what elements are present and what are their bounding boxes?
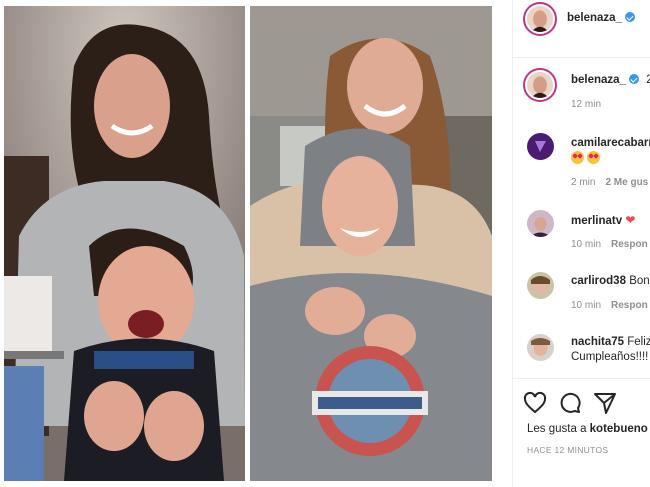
author-avatar[interactable]: [523, 2, 557, 36]
comment-time: 10 min: [571, 300, 602, 311]
comment-username[interactable]: carlirod38 Bon: [571, 275, 650, 287]
verified-badge-icon: [628, 74, 639, 84]
comment-likes-link[interactable]: 2 Me gus: [605, 177, 648, 188]
comment-avatar[interactable]: [527, 272, 554, 299]
comment-avatar[interactable]: [527, 334, 554, 361]
comment-meta: 10 min Respon: [571, 300, 648, 311]
reply-link[interactable]: Respon: [611, 300, 648, 311]
caption-username[interactable]: belenaza_ 28: [571, 74, 650, 86]
comment-avatar[interactable]: [527, 210, 554, 237]
comment-emoji-text: [571, 151, 603, 165]
comment-username[interactable]: nachita75 Feliz: [571, 336, 650, 348]
comment-text: Bon: [629, 275, 650, 287]
comment-avatar[interactable]: [527, 133, 554, 160]
comment-meta: 2 min 2 Me gus: [571, 177, 648, 188]
comment-meta: 10 min Respon: [571, 239, 648, 250]
caption-text: 28: [646, 74, 650, 86]
reply-link[interactable]: Respon: [611, 239, 648, 250]
comment-text: Feliz: [627, 336, 650, 348]
caption-time: 12 min: [571, 99, 602, 110]
star-struck-emoji-icon: [571, 151, 584, 164]
post-actions-section: Les gusta a kotebueno HACE 12 MINUTOS: [513, 378, 650, 487]
comment-time: 10 min: [571, 239, 602, 250]
likes-summary[interactable]: Les gusta a kotebueno: [527, 423, 648, 435]
author-username[interactable]: belenaza_: [567, 12, 635, 24]
post-sidebar: belenaza_ belenaza_ 28 12 min camilareca…: [512, 0, 650, 487]
share-icon[interactable]: [593, 391, 617, 415]
star-struck-emoji-icon: [587, 151, 600, 164]
post-photo-left: [4, 6, 245, 481]
heart-icon[interactable]: [523, 391, 547, 415]
comment-icon[interactable]: [558, 391, 582, 415]
post-photo-right: [250, 6, 492, 481]
comment-username[interactable]: camilarecabarr: [571, 137, 650, 149]
caption-avatar[interactable]: [523, 68, 557, 102]
post-timestamp: HACE 12 MINUTOS: [527, 445, 609, 455]
post-header: belenaza_: [513, 0, 650, 58]
comment-username[interactable]: merlinatv ❤: [571, 213, 635, 227]
comment-text-line2: Cumpleaños!!!!: [571, 351, 649, 363]
comment-time: 2 min: [571, 177, 596, 188]
verified-badge-icon: [624, 12, 635, 22]
post-photo-area[interactable]: [0, 0, 512, 487]
heart-emoji-icon: ❤: [625, 213, 636, 227]
